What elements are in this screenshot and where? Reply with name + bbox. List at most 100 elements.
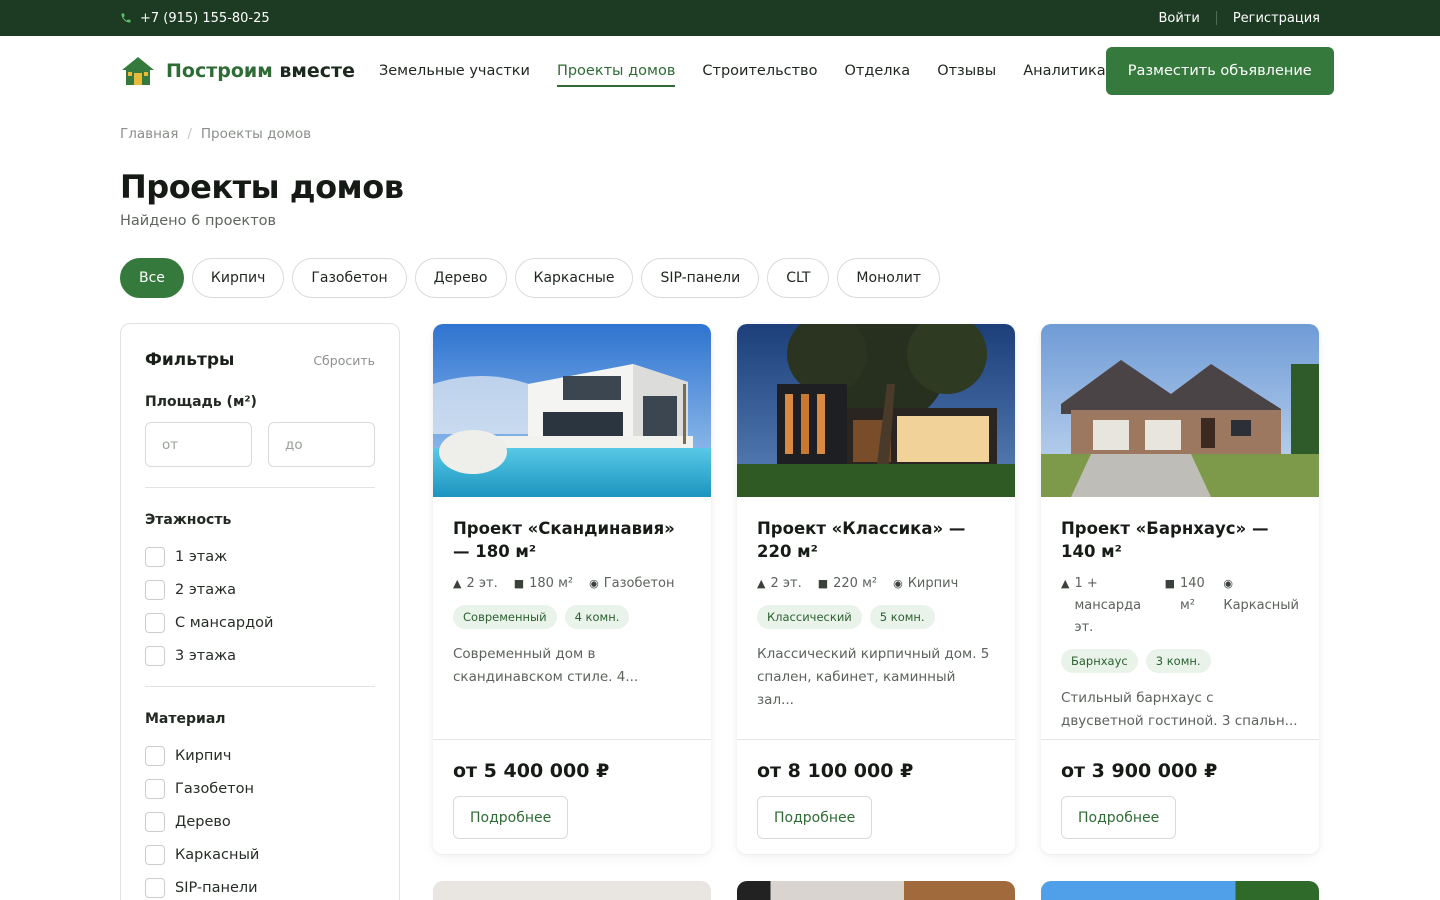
material-option[interactable]: SIP-панели: [145, 871, 375, 900]
project-card[interactable]: Проект «Классика» — 220 м² ▲ 2 эт. ■ 220 м…: [737, 324, 1015, 854]
logo-main: Построим: [166, 60, 273, 82]
option-label: 2 этажа: [175, 581, 237, 598]
logo-text: Построим вместе: [166, 60, 355, 82]
filter-divider: [145, 686, 375, 687]
area-to-input[interactable]: [268, 422, 375, 467]
rooms-tag: 3 комн.: [1145, 649, 1211, 673]
checkbox[interactable]: [145, 612, 165, 633]
results-count: Найдено 6 проектов: [120, 213, 277, 229]
chip-clt[interactable]: CLT: [767, 258, 830, 298]
rooms-tag: 5 комн.: [869, 605, 935, 629]
floors-option[interactable]: 2 этажа: [145, 573, 375, 606]
option-label: SIP-панели: [175, 879, 258, 896]
floors-value: 1 + мансарда эт.: [1074, 576, 1142, 635]
area-from-input[interactable]: [145, 422, 252, 467]
nav-finishing[interactable]: Отделка: [844, 55, 910, 87]
project-card-next[interactable]: [433, 881, 711, 900]
material-value: Газобетон: [603, 576, 675, 591]
floors-icon: ▲: [1061, 577, 1070, 590]
register-link[interactable]: Регистрация: [1233, 11, 1320, 26]
nav-land[interactable]: Земельные участки: [379, 55, 530, 87]
project-price: от 3 900 000 ₽: [1061, 760, 1218, 782]
rooms-tag: 4 комн.: [564, 605, 630, 629]
nav-construction[interactable]: Строительство: [702, 55, 817, 87]
project-description: Современный дом в скандинавском стиле. 4…: [453, 646, 639, 685]
logo-accent: вместе: [279, 60, 355, 82]
nav-house-projects[interactable]: Проекты домов: [556, 55, 676, 87]
chip-frame[interactable]: Каркасные: [514, 258, 634, 298]
material-option[interactable]: Каркасный: [145, 838, 375, 871]
floors-option[interactable]: 3 этажа: [145, 639, 375, 672]
checkbox[interactable]: [145, 811, 165, 832]
project-price: от 8 100 000 ₽: [757, 760, 914, 782]
style-tag: Классический: [757, 605, 862, 629]
option-label: Дерево: [175, 813, 231, 830]
main-header: Построим вместе Земельные участки Проект…: [0, 36, 1440, 106]
material-option[interactable]: Кирпич: [145, 739, 375, 772]
details-button[interactable]: Подробнее: [757, 796, 873, 839]
area-value: 180 м²: [529, 576, 574, 591]
style-tag: Барнхаус: [1061, 649, 1138, 673]
nav-reviews[interactable]: Отзывы: [937, 55, 996, 87]
project-title[interactable]: Проект «Классика» — 220 м²: [757, 517, 995, 563]
details-button[interactable]: Подробнее: [1061, 796, 1177, 839]
floors-option[interactable]: С мансардой: [145, 606, 375, 639]
chip-wood[interactable]: Дерево: [414, 258, 507, 298]
chip-brick[interactable]: Кирпич: [191, 258, 285, 298]
main-nav: Земельные участки Проекты домов Строител…: [379, 55, 1106, 87]
project-card[interactable]: Проект «Скандинавия» — 180 м² ▲ 2 эт. ■ 18…: [433, 324, 711, 854]
filters-title: Фильтры: [145, 350, 235, 370]
area-icon: ■: [817, 577, 829, 590]
chip-all[interactable]: Все: [120, 258, 184, 298]
post-ad-button[interactable]: Разместить объявление: [1105, 47, 1334, 95]
phone-number: +7 (915) 155-80-25: [140, 10, 270, 26]
page-title: Проекты домов: [120, 168, 404, 206]
checkbox[interactable]: [145, 877, 165, 898]
checkbox[interactable]: [145, 844, 165, 865]
area-value: 220 м²: [833, 576, 878, 591]
filters-reset[interactable]: Сбросить: [313, 353, 375, 368]
checkbox[interactable]: [145, 745, 165, 766]
breadcrumb-home[interactable]: Главная: [120, 126, 178, 142]
chip-sip[interactable]: SIP-панели: [641, 258, 760, 298]
material-icon: ◉: [1223, 577, 1233, 590]
option-label: 3 этажа: [175, 647, 237, 664]
area-label: Площадь (м²): [145, 394, 257, 410]
project-photo[interactable]: [737, 324, 1015, 497]
project-photo[interactable]: [1041, 324, 1319, 497]
material-label: Материал: [145, 711, 226, 727]
material-option[interactable]: Дерево: [145, 805, 375, 838]
material-value: Каркасный: [1223, 598, 1299, 613]
option-label: Каркасный: [175, 846, 260, 863]
material-icon: ◉: [893, 577, 903, 590]
project-description: Стильный барнхаус с двусветной гостиной.…: [1061, 690, 1298, 729]
login-link[interactable]: Войти: [1158, 11, 1199, 26]
project-card-next[interactable]: [737, 881, 1015, 900]
project-meta: ▲ 1 + мансарда эт. ■ 140 м² ◉ Каркасный: [1061, 573, 1299, 639]
style-tag: Современный: [453, 605, 557, 629]
checkbox[interactable]: [145, 546, 165, 567]
project-card-next[interactable]: [1041, 881, 1319, 900]
phone-contact[interactable]: +7 (915) 155-80-25: [120, 11, 270, 26]
site-logo[interactable]: Построим вместе: [120, 55, 355, 87]
chip-monolith[interactable]: Монолит: [837, 258, 940, 298]
material-option[interactable]: Газобетон: [145, 772, 375, 805]
nav-analytics[interactable]: Аналитика: [1023, 55, 1106, 87]
floors-option[interactable]: 1 этаж: [145, 540, 375, 573]
area-icon: ■: [1164, 577, 1175, 590]
project-description: Классический кирпичный дом. 5 спален, ка…: [757, 646, 990, 708]
details-button[interactable]: Подробнее: [453, 796, 569, 839]
phone-icon: [121, 13, 131, 23]
area-value: 140 м²: [1179, 576, 1205, 613]
project-title[interactable]: Проект «Скандинавия» — 180 м²: [453, 517, 691, 563]
checkbox[interactable]: [145, 645, 165, 666]
project-photo[interactable]: [433, 324, 711, 497]
checkbox[interactable]: [145, 579, 165, 600]
project-meta: ▲ 2 эт. ■ 220 м² ◉ Кирпич: [757, 573, 995, 595]
option-label: 1 этаж: [175, 548, 228, 565]
project-title[interactable]: Проект «Барнхаус» — 140 м²: [1061, 517, 1299, 563]
floors-icon: ▲: [453, 577, 462, 590]
checkbox[interactable]: [145, 778, 165, 799]
chip-aerated-concrete[interactable]: Газобетон: [292, 258, 407, 298]
project-card[interactable]: Проект «Барнхаус» — 140 м² ▲ 1 + мансарда…: [1041, 324, 1319, 854]
